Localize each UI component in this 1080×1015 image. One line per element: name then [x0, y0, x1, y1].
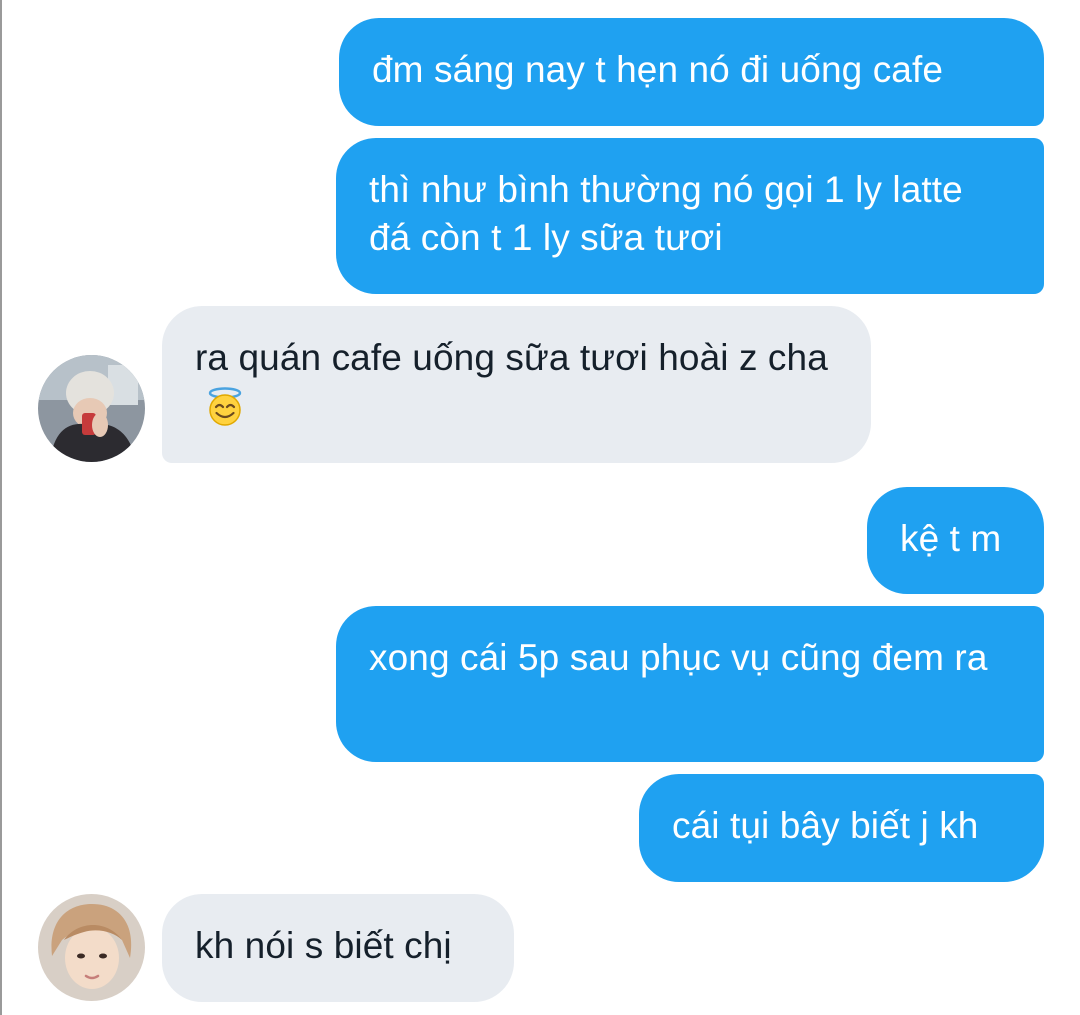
smiling-face-with-halo-emoji [208, 387, 242, 426]
friend-avatar[interactable] [38, 355, 145, 462]
outgoing-message-bubble[interactable]: xong cái 5p sau phục vụ cũng đem ra [336, 606, 1044, 762]
avatar-photo-icon [38, 355, 145, 462]
message-text: xong cái 5p sau phục vụ cũng đem ra [369, 637, 988, 678]
outgoing-message-bubble[interactable]: cái tụi bây biết j kh [639, 774, 1044, 882]
outgoing-message-bubble[interactable]: thì như bình thường nó gọi 1 ly latte đá… [336, 138, 1044, 294]
avatar-photo-icon [38, 894, 145, 1001]
message-text: kh nói s biết chị [195, 925, 452, 966]
incoming-message-bubble[interactable]: kh nói s biết chị [162, 894, 514, 1002]
friend-avatar[interactable] [38, 894, 145, 1001]
message-text: cái tụi bây biết j kh [672, 805, 979, 846]
outgoing-message-bubble[interactable]: đm sáng nay t hẹn nó đi uống cafe [339, 18, 1044, 126]
incoming-message-bubble[interactable]: ra quán cafe uống sữa tươi hoài z cha [162, 306, 871, 463]
outgoing-message-bubble[interactable]: kệ t m [867, 487, 1044, 594]
message-text: ra quán cafe uống sữa tươi hoài z cha [195, 337, 828, 378]
screen-left-edge [0, 0, 2, 1015]
message-text: thì như bình thường nó gọi 1 ly latte đá… [369, 169, 963, 258]
message-text: đm sáng nay t hẹn nó đi uống cafe [372, 49, 944, 90]
message-text: kệ t m [900, 518, 1002, 559]
